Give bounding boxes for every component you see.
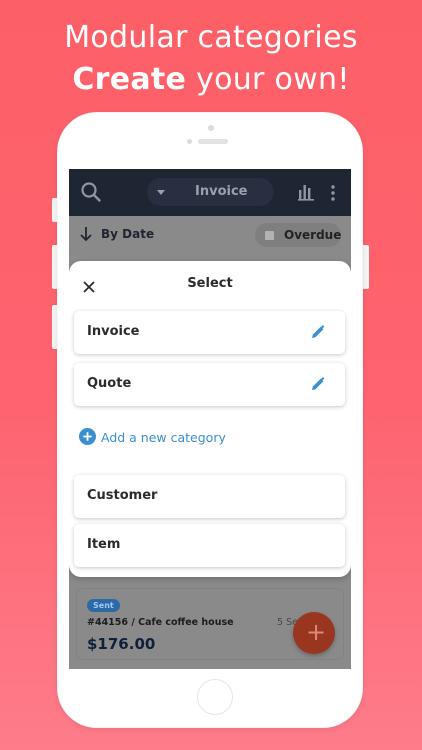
sheet-title: Select: [187, 276, 233, 291]
overdue-toggle[interactable]: Overdue: [255, 223, 341, 247]
phone-power-button: [362, 245, 369, 289]
filter-bar: By Date Overdue: [69, 216, 351, 260]
pencil-icon[interactable]: [310, 376, 326, 396]
invoice-amount: $176.00: [87, 635, 156, 653]
category-selector[interactable]: Invoice: [147, 178, 274, 206]
category-item-quote[interactable]: Quote: [74, 363, 345, 406]
promo-headline-bold: Create: [72, 62, 187, 97]
add-circle-icon: [79, 428, 96, 449]
app-topbar: Invoice: [69, 169, 351, 216]
plus-icon: +: [306, 618, 327, 646]
select-category-sheet: Select Invoice Quote Add a new category: [69, 261, 351, 577]
status-badge: Sent: [87, 599, 120, 612]
promo-headline-line2: Create your own!: [0, 62, 422, 97]
add-category-label: Add a new category: [101, 430, 226, 445]
phone-sensor: [187, 139, 192, 144]
overdue-label: Overdue: [284, 228, 342, 242]
category-item-item[interactable]: Item: [74, 524, 345, 567]
phone-home-button: [197, 679, 233, 715]
category-item-customer[interactable]: Customer: [74, 475, 345, 518]
promo-headline-rest: your own!: [186, 62, 350, 97]
pencil-icon[interactable]: [310, 324, 326, 344]
phone-speaker: [198, 139, 228, 144]
promo-headline-line1: Modular categories: [64, 20, 358, 55]
category-item-invoice[interactable]: Invoice: [74, 311, 345, 354]
caret-down-icon: [157, 190, 165, 195]
phone-camera: [208, 125, 214, 131]
search-icon[interactable]: [80, 181, 102, 207]
app-screen: Invoice By Date Overdue Sent #44156 / Ca…: [69, 169, 351, 669]
add-fab-button[interactable]: +: [293, 612, 335, 654]
bar-chart-icon[interactable]: [298, 184, 316, 205]
category-item-label: Invoice: [87, 324, 140, 339]
category-item-label: Customer: [87, 488, 158, 503]
overdue-checkbox[interactable]: [265, 231, 274, 240]
arrow-down-icon[interactable]: [79, 226, 93, 246]
invoice-reference: #44156 / Cafe coffee house: [87, 617, 234, 628]
more-vertical-icon[interactable]: [330, 185, 336, 205]
sort-by-date-label[interactable]: By Date: [101, 227, 154, 241]
category-item-label: Quote: [87, 376, 132, 391]
selected-category-label: Invoice: [195, 184, 248, 199]
phone-frame: Invoice By Date Overdue Sent #44156 / Ca…: [57, 112, 363, 728]
category-item-label: Item: [87, 537, 121, 552]
